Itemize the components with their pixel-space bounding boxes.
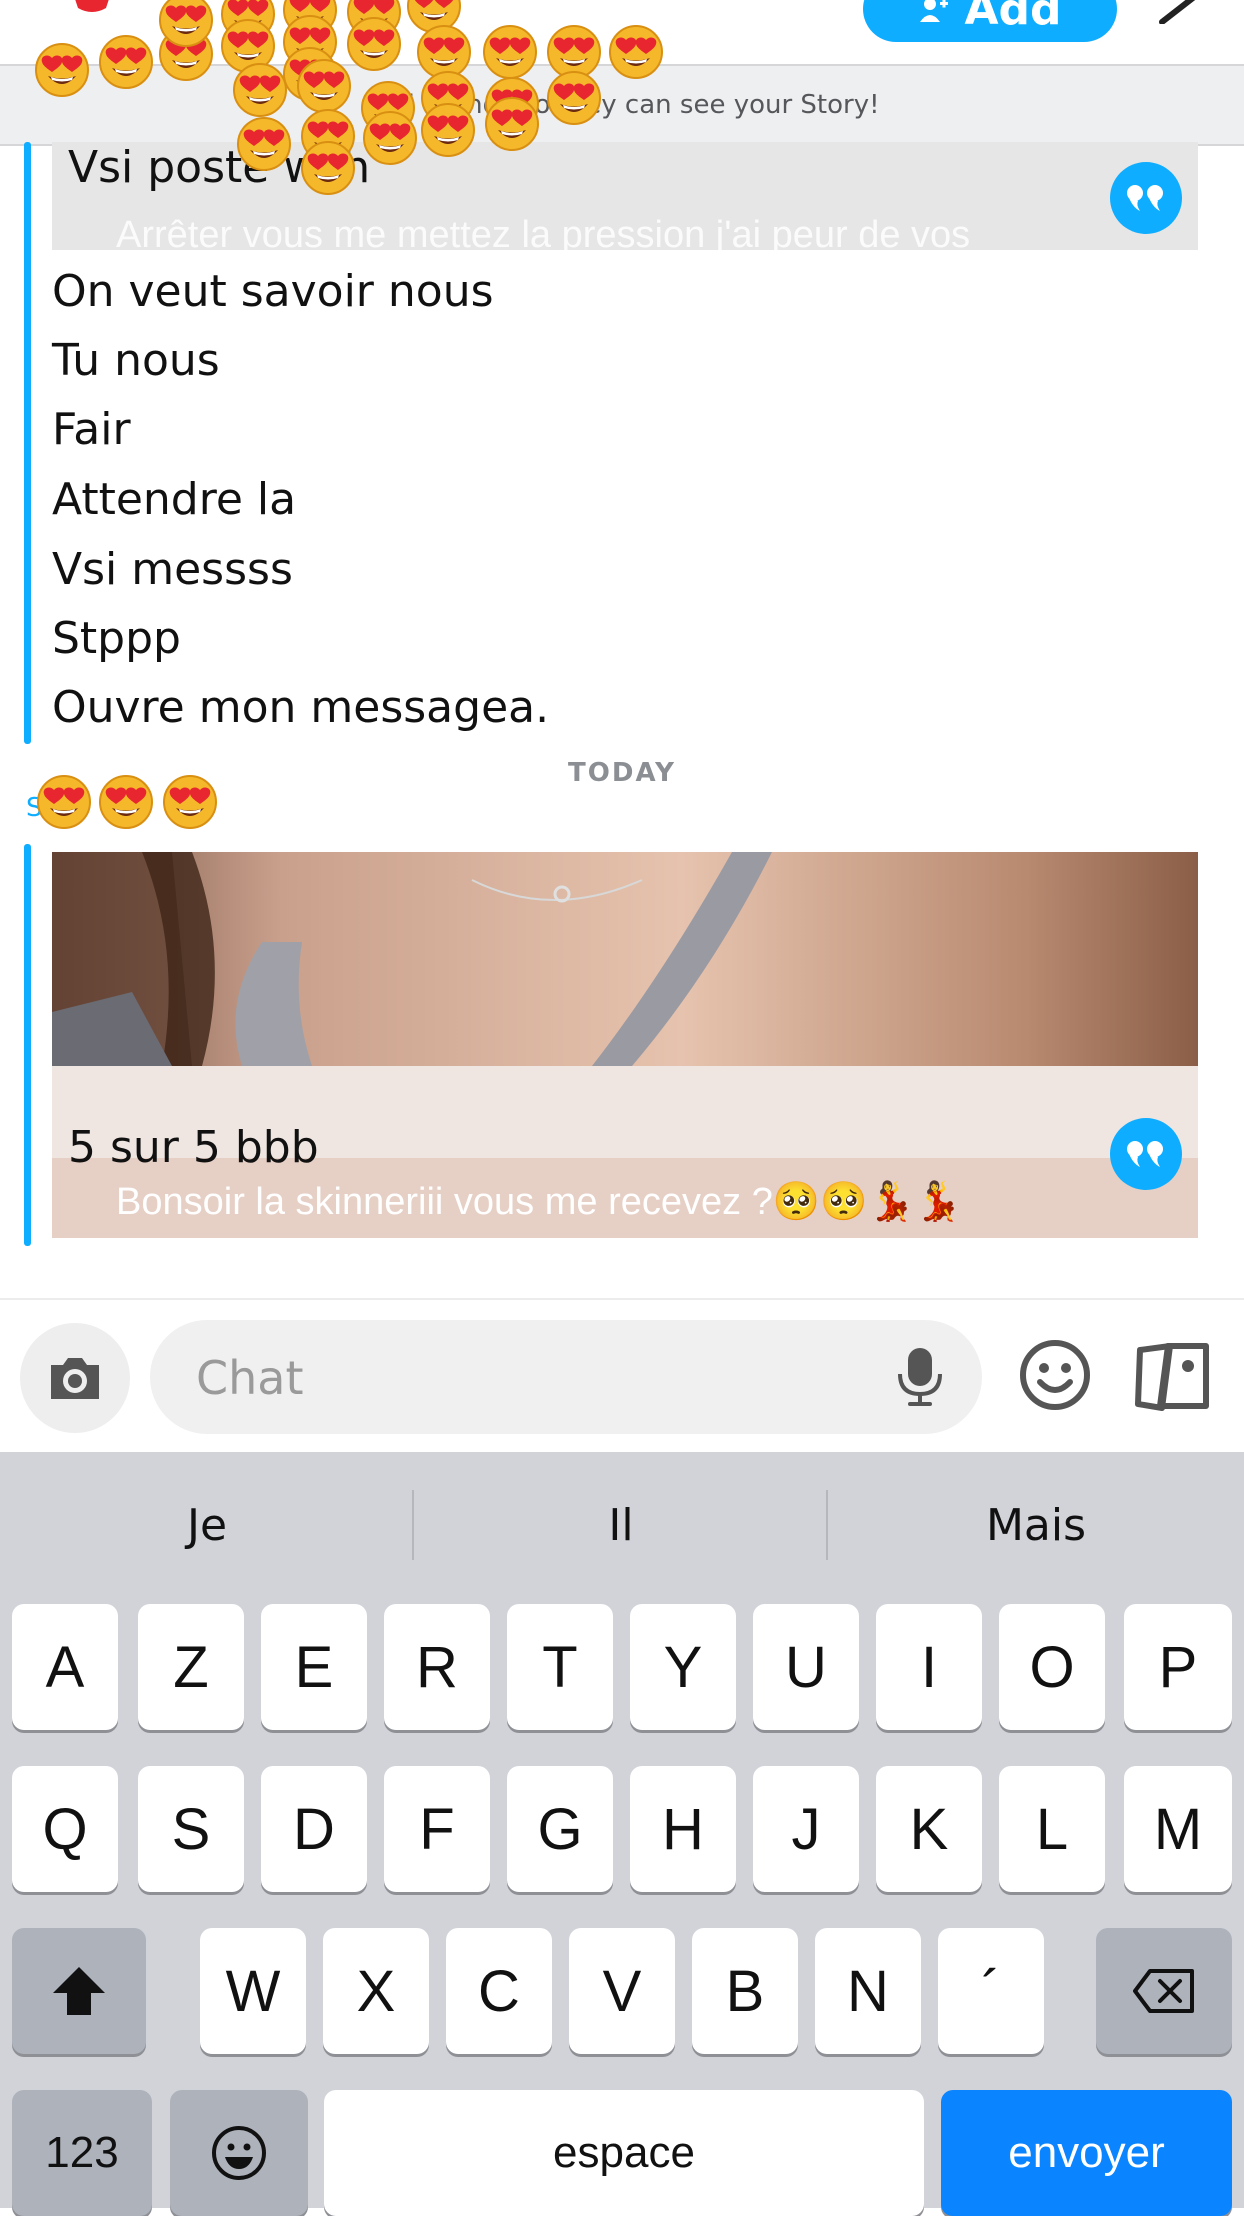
numbers-key[interactable]: 123 bbox=[12, 2090, 152, 2216]
reply-caption: Bonsoir la skinneriii vous me recevez ?🥺… bbox=[116, 1181, 963, 1223]
suggestion-je[interactable]: Je bbox=[0, 1452, 414, 1598]
heart-eyes-emoji-icon bbox=[158, 0, 214, 48]
key-u[interactable]: U bbox=[753, 1604, 859, 1730]
reply-card-title: 5 sur 5 bbb bbox=[68, 1122, 319, 1173]
heart-eyes-emoji-icon bbox=[362, 110, 418, 166]
chat-input[interactable] bbox=[194, 1320, 878, 1436]
key-n[interactable]: N bbox=[815, 1928, 921, 2054]
camera-button[interactable] bbox=[20, 1323, 130, 1433]
shift-key[interactable] bbox=[12, 1928, 146, 2054]
quote-icon bbox=[1127, 185, 1163, 211]
camera-icon bbox=[51, 1358, 99, 1399]
message-line: Stppp bbox=[52, 613, 181, 664]
heart-eyes-emoji-icon bbox=[98, 774, 154, 830]
key-w[interactable]: W bbox=[200, 1928, 306, 2054]
emoji-keyboard-icon bbox=[212, 2126, 266, 2180]
key-c[interactable]: C bbox=[446, 1928, 552, 2054]
key-e[interactable]: E bbox=[261, 1604, 367, 1730]
key-y[interactable]: Y bbox=[630, 1604, 736, 1730]
key-t[interactable]: T bbox=[507, 1604, 613, 1730]
heart-eyes-emoji-icon bbox=[98, 34, 154, 90]
key-k[interactable]: K bbox=[876, 1766, 982, 1892]
bitmoji-avatar[interactable] bbox=[64, 0, 120, 36]
key-z[interactable]: Z bbox=[138, 1604, 244, 1730]
quoted-card[interactable]: Vsi poste wsh Arrêter vous me mettez la … bbox=[52, 142, 1198, 250]
key-h[interactable]: H bbox=[630, 1766, 736, 1892]
add-button-label: Add bbox=[964, 0, 1062, 35]
suggestion-mais[interactable]: Mais bbox=[828, 1452, 1244, 1598]
chat-input-container[interactable] bbox=[150, 1320, 982, 1436]
message-rail bbox=[24, 142, 31, 744]
quote-icon bbox=[1127, 1141, 1163, 1167]
key-l[interactable]: L bbox=[999, 1766, 1105, 1892]
microphone-icon[interactable] bbox=[890, 1346, 950, 1408]
suggestion-il[interactable]: Il bbox=[414, 1452, 828, 1598]
reply-card[interactable]: 5 sur 5 bbb Bonsoir la skinneriii vous m… bbox=[52, 1066, 1198, 1238]
message-line: Fair bbox=[52, 404, 131, 455]
heart-eyes-emoji-icon bbox=[420, 102, 476, 158]
key-j[interactable]: J bbox=[753, 1766, 859, 1892]
send-key[interactable]: envoyer bbox=[941, 2090, 1232, 2216]
message-rail bbox=[24, 844, 31, 1246]
heart-eyes-emoji-icon bbox=[546, 70, 602, 126]
shared-photo[interactable] bbox=[52, 852, 1198, 1066]
key-x[interactable]: X bbox=[323, 1928, 429, 2054]
key-d[interactable]: D bbox=[261, 1766, 367, 1892]
message-line: Ouvre mon messagea. bbox=[52, 682, 550, 733]
backspace-icon bbox=[1133, 1969, 1194, 2013]
heart-eyes-emoji-icon bbox=[162, 774, 218, 830]
heart-eyes-emoji-icon bbox=[232, 62, 288, 118]
key-b[interactable]: B bbox=[692, 1928, 798, 2054]
heart-eyes-emoji-icon bbox=[236, 116, 292, 172]
shift-icon bbox=[53, 1967, 105, 2015]
heart-eyes-emoji-icon bbox=[36, 774, 92, 830]
quoted-card-caption: Arrêter vous me mettez la pression j'ai … bbox=[116, 214, 971, 250]
key-s[interactable]: S bbox=[138, 1766, 244, 1892]
heart-eyes-emoji-icon bbox=[608, 24, 664, 80]
heart-eyes-emoji-icon bbox=[346, 16, 402, 72]
heart-eyes-emoji-icon bbox=[34, 42, 90, 98]
quote-button[interactable] bbox=[1110, 162, 1182, 234]
key-p[interactable]: P bbox=[1124, 1604, 1232, 1730]
message-line: Attendre la bbox=[52, 474, 297, 525]
emoji-keyboard-key[interactable] bbox=[170, 2090, 308, 2216]
message-line: Tu nous bbox=[52, 335, 220, 386]
key-i[interactable]: I bbox=[876, 1604, 982, 1730]
message-line: On veut savoir nous bbox=[52, 266, 494, 317]
key-accent[interactable]: ´ bbox=[938, 1928, 1044, 2054]
add-user-icon bbox=[920, 0, 949, 22]
quote-button[interactable] bbox=[1110, 1118, 1182, 1190]
key-a[interactable]: A bbox=[12, 1604, 118, 1730]
edit-icon[interactable] bbox=[1158, 0, 1206, 24]
backspace-key[interactable] bbox=[1096, 1928, 1232, 2054]
heart-eyes-emoji-icon bbox=[296, 58, 352, 114]
key-o[interactable]: O bbox=[999, 1604, 1105, 1730]
key-m[interactable]: M bbox=[1124, 1766, 1232, 1892]
space-key[interactable]: espace bbox=[324, 2090, 924, 2216]
emoji-icon[interactable] bbox=[1018, 1338, 1092, 1412]
heart-eyes-emoji-icon bbox=[482, 24, 538, 80]
key-g[interactable]: G bbox=[507, 1766, 613, 1892]
heart-eyes-emoji-icon bbox=[484, 96, 540, 152]
message-line: Vsi messss bbox=[52, 544, 293, 595]
key-f[interactable]: F bbox=[384, 1766, 490, 1892]
key-v[interactable]: V bbox=[569, 1928, 675, 2054]
add-friend-button[interactable]: Add bbox=[863, 0, 1117, 42]
key-q[interactable]: Q bbox=[12, 1766, 118, 1892]
heart-eyes-emoji-icon bbox=[300, 140, 356, 196]
key-r[interactable]: R bbox=[384, 1604, 490, 1730]
sticker-cards-icon[interactable] bbox=[1134, 1340, 1212, 1414]
